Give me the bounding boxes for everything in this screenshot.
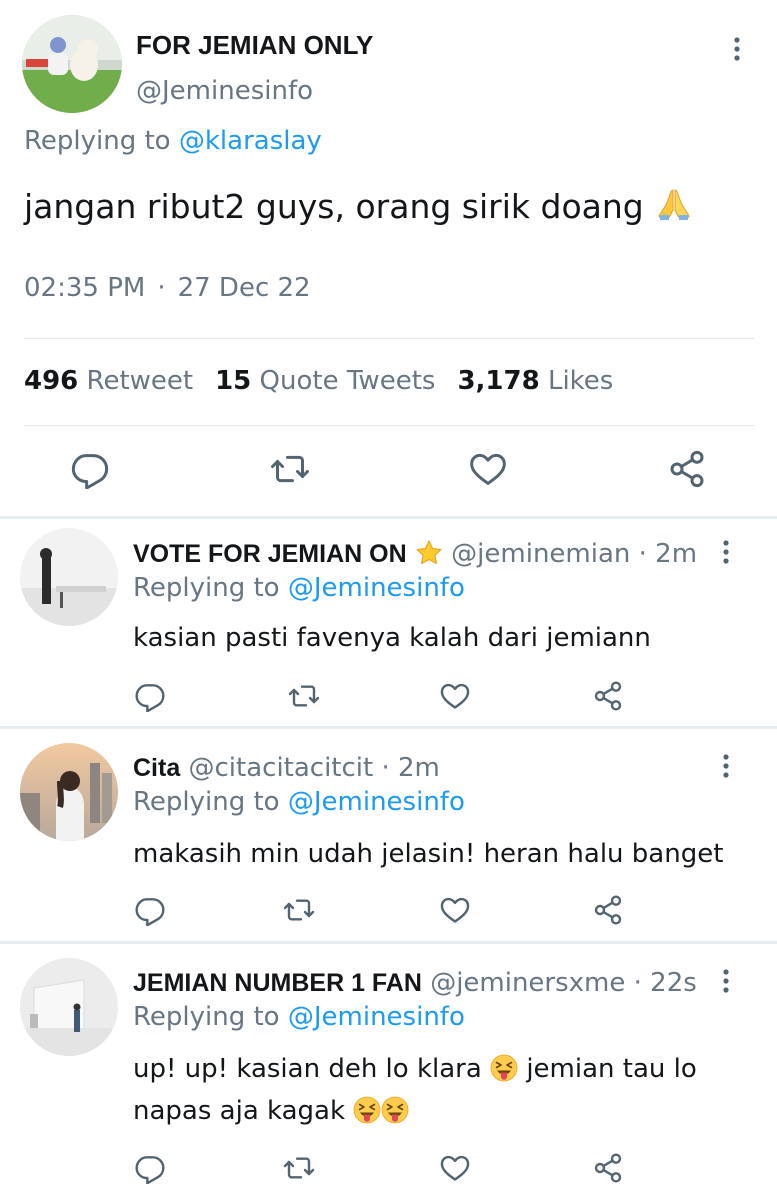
squinting-tongue-face-icon: [353, 1096, 381, 1124]
more-vertical-icon[interactable]: [728, 36, 746, 62]
share-icon[interactable]: [667, 449, 707, 489]
more-vertical-icon[interactable]: [718, 753, 734, 779]
reply-icon[interactable]: [134, 894, 166, 926]
meta-separator: ·: [157, 273, 166, 303]
tweet-stats: 496 Retweet 15 Quote Tweets 3,178 Likes: [24, 366, 613, 396]
reply-text-part: up! up! kasian deh lo klara: [133, 1054, 482, 1084]
squinting-tongue-face-icon: [490, 1054, 518, 1082]
retweet-label: Retweet: [86, 366, 194, 396]
reply-header: Cita @citacitacitcit · 2m: [133, 753, 440, 783]
likes-stat[interactable]: 3,178 Likes: [457, 366, 613, 396]
display-name[interactable]: FOR JEMIAN ONLY: [136, 30, 373, 61]
replying-to: Replying to @Jeminesinfo: [133, 1002, 465, 1032]
reply-icon[interactable]: [134, 680, 166, 712]
retweet-icon[interactable]: [270, 449, 310, 489]
reply-tweet[interactable]: VOTE FOR JEMIAN ON @jeminemian · 2m Repl…: [0, 519, 777, 726]
reply-text-line: up! up! kasian deh lo klara jemian tau l…: [133, 1048, 743, 1090]
reply-icon[interactable]: [70, 449, 110, 489]
replying-prefix: Replying to: [24, 126, 171, 156]
like-icon[interactable]: [468, 449, 508, 489]
replying-to: Replying to @Jeminesinfo: [133, 573, 465, 603]
retweet-stat[interactable]: 496 Retweet: [24, 366, 193, 396]
star-icon: [415, 539, 443, 567]
share-icon[interactable]: [592, 894, 624, 926]
reply-tweet[interactable]: JEMIAN NUMBER 1 FAN @jeminersxme · 22s R…: [0, 944, 777, 1200]
reply-age: · 22s: [633, 968, 697, 998]
replying-to: Replying to @klaraslay: [24, 126, 322, 156]
main-tweet: FOR JEMIAN ONLY @Jeminesinfo Replying to…: [0, 0, 777, 517]
squinting-tongue-face-icon: [381, 1096, 409, 1124]
tweet-time: 02:35 PM: [24, 273, 146, 303]
replying-prefix: Replying to: [133, 787, 280, 817]
retweet-icon[interactable]: [288, 680, 320, 712]
like-icon[interactable]: [439, 894, 471, 926]
reply-text: kasian pasti favenya kalah dari jemiann: [133, 623, 651, 653]
replying-to-handle[interactable]: @Jeminesinfo: [288, 573, 465, 603]
more-vertical-icon[interactable]: [718, 968, 734, 994]
reply-text-part: jemian tau lo: [526, 1054, 697, 1084]
tweet-timestamp: 02:35 PM · 27 Dec 22: [24, 273, 311, 303]
retweet-count: 496: [24, 366, 79, 396]
reply-text-part: napas aja kagak: [133, 1096, 346, 1126]
reply-tweet[interactable]: Cita @citacitacitcit · 2m Replying to @J…: [0, 729, 777, 941]
share-icon[interactable]: [592, 680, 624, 712]
replying-to-handle[interactable]: @Jeminesinfo: [288, 787, 465, 817]
replying-to-handle[interactable]: @klaraslay: [179, 126, 322, 156]
replying-to: Replying to @Jeminesinfo: [133, 787, 465, 817]
replying-prefix: Replying to: [133, 573, 280, 603]
share-icon[interactable]: [592, 1152, 624, 1184]
tweet-text: jangan ribut2 guys, orang sirik doang: [24, 184, 694, 226]
avatar[interactable]: [22, 15, 122, 113]
like-icon[interactable]: [439, 680, 471, 712]
user-handle[interactable]: @jeminemian: [451, 539, 630, 569]
avatar[interactable]: [20, 528, 118, 626]
tweet-text-body: jangan ribut2 guys, orang sirik doang: [24, 187, 644, 226]
like-icon[interactable]: [439, 1152, 471, 1184]
reply-text-line: napas aja kagak: [133, 1090, 743, 1132]
display-name[interactable]: VOTE FOR JEMIAN ON: [133, 540, 407, 568]
quote-stat[interactable]: 15 Quote Tweets: [215, 366, 435, 396]
avatar[interactable]: [20, 958, 118, 1056]
divider: [24, 338, 754, 339]
divider: [24, 425, 754, 426]
display-name[interactable]: JEMIAN NUMBER 1 FAN: [133, 969, 422, 997]
replying-prefix: Replying to: [133, 1002, 280, 1032]
reply-header: VOTE FOR JEMIAN ON @jeminemian · 2m: [133, 539, 697, 569]
avatar[interactable]: [20, 743, 118, 841]
replying-to-handle[interactable]: @Jeminesinfo: [288, 1002, 465, 1032]
display-name[interactable]: Cita: [133, 754, 180, 782]
reply-age: · 2m: [381, 753, 440, 783]
folded-hands-icon: [654, 184, 694, 224]
quote-count: 15: [215, 366, 252, 396]
reply-age: · 2m: [638, 539, 698, 569]
likes-count: 3,178: [457, 366, 540, 396]
tweet-date: 27 Dec 22: [177, 273, 311, 303]
likes-label: Likes: [547, 366, 614, 396]
retweet-icon[interactable]: [283, 894, 315, 926]
user-handle[interactable]: @Jeminesinfo: [136, 76, 313, 106]
retweet-icon[interactable]: [283, 1152, 315, 1184]
reply-header: JEMIAN NUMBER 1 FAN @jeminersxme · 22s: [133, 968, 697, 998]
user-handle[interactable]: @jeminersxme: [430, 968, 625, 998]
reply-text: makasih min udah jelasin! heran halu ban…: [133, 839, 724, 869]
more-vertical-icon[interactable]: [718, 539, 734, 565]
quote-label: Quote Tweets: [259, 366, 436, 396]
user-handle[interactable]: @citacitacitcit: [189, 753, 374, 783]
reply-icon[interactable]: [134, 1152, 166, 1184]
reply-text: up! up! kasian deh lo klara jemian tau l…: [133, 1048, 743, 1132]
